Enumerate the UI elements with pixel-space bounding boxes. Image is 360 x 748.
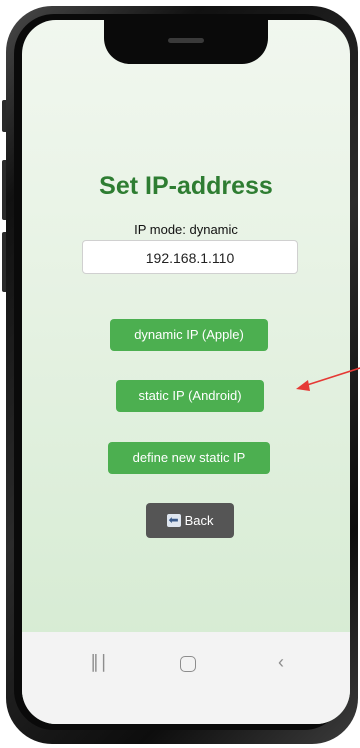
define-static-ip-label: define new static IP (132, 450, 246, 465)
dynamic-ip-button[interactable]: dynamic IP (Apple) (110, 319, 268, 351)
camera-notch (104, 20, 268, 64)
page-title: Set IP-address (99, 172, 273, 200)
back-arrow-icon: ⬅ (166, 513, 181, 527)
screenshot-stage: Set IP-address IP mode: dynamic 192.168.… (0, 0, 360, 748)
home-icon[interactable] (173, 652, 203, 676)
back-button[interactable]: ⬅ Back (146, 503, 234, 538)
ip-mode-label: IP mode: dynamic (134, 222, 238, 237)
static-ip-button[interactable]: static IP (Android) (116, 380, 264, 412)
back-button-label: Back (184, 513, 214, 528)
recent-apps-icon[interactable]: ∥∣ (84, 652, 114, 676)
speaker-grille (168, 38, 204, 43)
define-static-ip-button[interactable]: define new static IP (108, 442, 270, 474)
ip-address-field[interactable]: 192.168.1.110 (82, 240, 298, 274)
annotation-arrow-icon (296, 367, 360, 391)
android-nav-bar: ∥∣ ‹ (22, 632, 350, 724)
nav-back-icon[interactable]: ‹ (266, 652, 296, 676)
